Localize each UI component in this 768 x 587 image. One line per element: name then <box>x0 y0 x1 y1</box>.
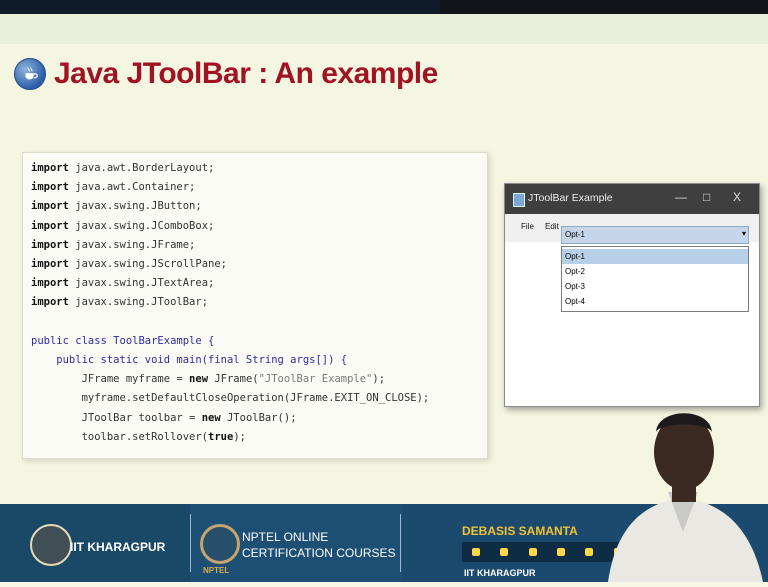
code-text: myframe.setDefaultCloseOperation(JFrame.… <box>31 392 430 405</box>
option-label: Opt-2 <box>565 267 586 276</box>
combo-selected: Opt-1 <box>565 230 586 239</box>
code-keyword: import <box>31 219 69 232</box>
code-line: JFrame myframe = new JFrame("JToolBar Ex… <box>31 370 429 389</box>
play-icon[interactable] <box>472 548 481 556</box>
nptel-sub-label: NPTEL <box>203 566 230 575</box>
code-text: javax.swing.JTextArea; <box>68 277 215 290</box>
code-keyword: import <box>31 277 69 290</box>
code-line: myframe.setDefaultCloseOperation(JFrame.… <box>31 389 430 408</box>
code-line: public class ToolBarExample { <box>31 332 429 351</box>
presenter-name: DEBASIS SAMANTA <box>462 524 578 538</box>
code-text: javax.swing.JButton; <box>68 200 202 213</box>
code-main-line: public static void main(final String arg… <box>31 354 348 367</box>
top-stripe <box>0 14 768 44</box>
combo-option[interactable]: Opt-4 <box>562 294 748 309</box>
presenter-institute: IIT KHARAGPUR <box>464 568 536 578</box>
combo-option[interactable]: Opt-2 <box>562 264 748 279</box>
code-text: javax.swing.JComboBox; <box>68 219 215 232</box>
option-label: Opt-1 <box>565 252 586 261</box>
code-keyword: new <box>189 373 209 386</box>
code-text: JToolBar toolbar = <box>31 411 202 424</box>
combo-option[interactable]: Opt-1 <box>562 249 748 264</box>
code-text: ); <box>372 373 386 386</box>
iit-kharagpur-logo <box>30 524 72 566</box>
import-line: import javax.swing.JButton; <box>31 197 429 216</box>
code-keyword: import <box>31 258 69 271</box>
nptel-line1: NPTEL ONLINE <box>242 530 329 544</box>
code-line: toolbar.setRollover(true); <box>31 428 429 447</box>
arrow-icon[interactable] <box>557 548 566 556</box>
import-line: import java.awt.Container; <box>31 178 429 197</box>
code-line: public static void main(final String arg… <box>31 351 429 370</box>
code-keyword: import <box>31 200 69 213</box>
java-coffee-icon <box>14 58 46 90</box>
window-title: JToolBar Example <box>528 192 613 204</box>
combo-option[interactable]: Opt-3 <box>562 279 748 294</box>
code-text: JFrame myframe = <box>31 373 190 386</box>
edit-button[interactable]: Edit <box>545 222 559 231</box>
code-text: javax.swing.JToolBar; <box>68 296 209 309</box>
code-text: javax.swing.JScrollPane; <box>68 258 227 271</box>
nptel-logo <box>200 524 240 564</box>
slide-title-row: Java JToolBar : An example <box>14 52 438 96</box>
pen-icon[interactable] <box>500 548 509 556</box>
code-line: JToolBar toolbar = new JToolBar(); <box>31 409 429 428</box>
code-keyword: import <box>31 162 69 174</box>
institute-label: IIT KHARAGPUR <box>70 540 166 554</box>
footer-divider <box>400 514 401 572</box>
import-line: import javax.swing.JTextArea; <box>31 274 429 293</box>
option-label: Opt-4 <box>565 297 586 306</box>
import-line: import javax.swing.JComboBox; <box>31 217 429 236</box>
chevron-down-icon[interactable]: ▾ <box>742 229 746 238</box>
code-panel: import java.awt.BorderLayout; import java… <box>22 152 488 459</box>
window-titlebar[interactable]: JToolBar Example — □ X <box>505 184 759 214</box>
code-text: JFrame( <box>208 373 259 386</box>
code-text: javax.swing.JFrame; <box>68 238 196 251</box>
code-keyword: import <box>31 238 69 251</box>
slide-title: Java JToolBar : An example <box>54 57 438 90</box>
combo-dropdown-list: Opt-1 Opt-2 Opt-3 Opt-4 <box>561 246 749 312</box>
code-keyword: import <box>31 181 69 194</box>
eraser-icon[interactable] <box>585 548 594 556</box>
presenter-video <box>598 392 768 582</box>
marker-icon[interactable] <box>528 548 537 556</box>
code-text: toolbar.setRollover( <box>31 430 209 443</box>
import-line: import javax.swing.JToolBar; <box>31 293 429 312</box>
close-button[interactable]: X <box>733 190 741 204</box>
code-keyword: new <box>201 411 221 424</box>
footer-divider <box>190 514 191 572</box>
minimize-button[interactable]: — <box>675 190 687 204</box>
code-text: java.awt.Container; <box>68 181 196 194</box>
app-icon <box>513 193 525 207</box>
code-keyword: true <box>208 430 234 443</box>
code-text: ); <box>233 430 246 443</box>
import-lines: import java.awt.BorderLayout; import java… <box>31 159 429 313</box>
nptel-line2: CERTIFICATION COURSES <box>242 546 396 560</box>
import-line: import javax.swing.JFrame; <box>31 236 429 255</box>
options-combobox[interactable]: Opt-1 ▾ <box>561 226 749 244</box>
code-text: JToolBar(); <box>220 411 297 424</box>
import-line: import java.awt.BorderLayout; <box>31 159 429 178</box>
code-text: java.awt.BorderLayout; <box>68 162 215 174</box>
code-keyword: import <box>31 296 69 309</box>
code-string: "JToolBar Example" <box>258 373 373 386</box>
code-block: import java.awt.BorderLayout; import java… <box>31 159 429 447</box>
code-class-line: public class ToolBarExample { <box>31 334 215 347</box>
option-label: Opt-3 <box>565 282 586 291</box>
maximize-button[interactable]: □ <box>703 190 710 204</box>
file-button[interactable]: File <box>521 222 534 231</box>
top-bar <box>0 0 768 44</box>
import-line: import javax.swing.JScrollPane; <box>31 255 429 274</box>
